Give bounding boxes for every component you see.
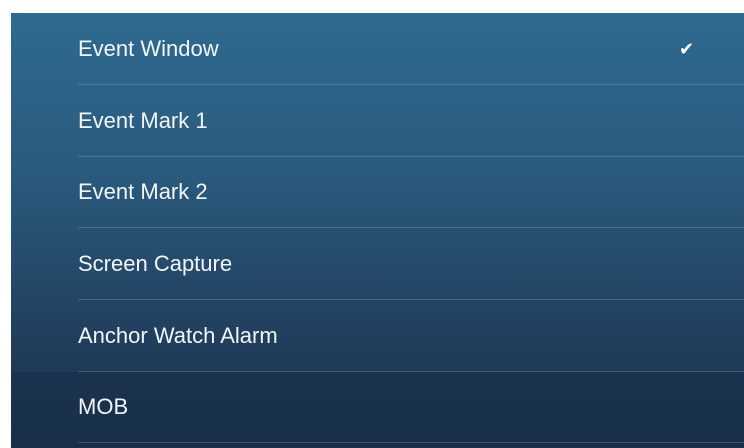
menu-item-anchor-watch-alarm[interactable]: Anchor Watch Alarm xyxy=(78,300,744,372)
menu-item-label: Event Window xyxy=(78,36,219,61)
menu-item-label: Screen Capture xyxy=(78,251,233,276)
menu-item-label: Event Mark 1 xyxy=(78,108,208,133)
checkmark-icon: ✔ xyxy=(679,39,695,59)
menu-item-event-mark-1[interactable]: Event Mark 1 xyxy=(78,85,744,157)
menu-item-label: Anchor Watch Alarm xyxy=(78,323,278,348)
menu-item-label: Event Mark 2 xyxy=(78,179,208,204)
function-menu: Event Window ✔ Event Mark 1 Event Mark 2… xyxy=(11,13,744,448)
menu-item-label: MOB xyxy=(78,394,129,419)
menu-item-screen-capture[interactable]: Screen Capture xyxy=(78,228,744,300)
menu-item-event-window[interactable]: Event Window ✔ xyxy=(78,13,744,85)
menu-item-mob[interactable]: MOB xyxy=(78,371,744,443)
menu-item-event-mark-2[interactable]: Event Mark 2 xyxy=(78,156,744,228)
